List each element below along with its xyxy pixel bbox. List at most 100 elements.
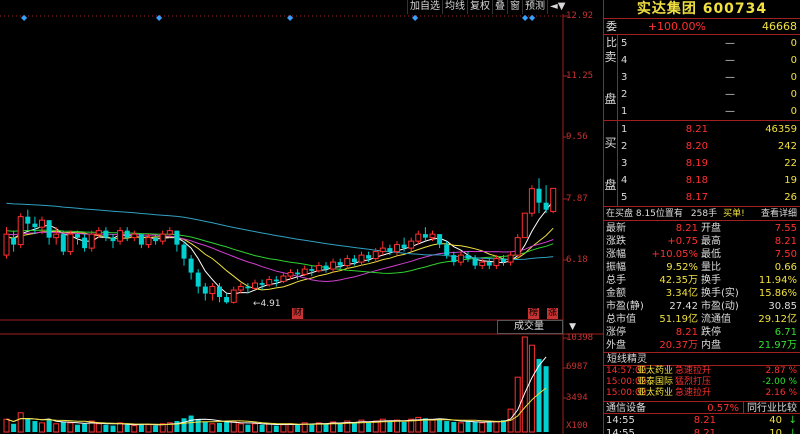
volume-bar [131,425,138,433]
buy-level[interactable]: 5 8.17 26 [618,189,800,206]
volume-bar [266,423,273,433]
window-button[interactable]: 窗 [507,0,522,14]
adjust-button[interactable]: 复权 [467,0,492,14]
event-marker-icon[interactable]: ◆ [412,13,418,22]
candle-body [280,275,287,282]
volume-bar [528,344,535,433]
nav-arrows-button[interactable]: ◄▼ [547,0,567,14]
volume-bar [25,418,31,432]
weibi-value: 46668 [762,20,797,33]
volume-bar [82,423,88,432]
price-axis-label: 7.87 [566,194,588,204]
candle-body [536,188,542,203]
view-detail-link[interactable]: 查看详细 [761,207,800,220]
event-marker-icon[interactable]: ◆ [529,13,535,22]
stat-value: 30.85 [768,301,797,312]
ranking-tag[interactable]: 榜 [528,308,540,319]
quote-stats: 最新 8.21 开盘 7.55 涨跌 +0.75 最高 8.21 涨幅 +10.05% 最低 7.50… [604,221,800,353]
stat-key: 市盈(动) [701,301,739,312]
volume-bar [543,366,549,432]
event-marker-icon[interactable]: ◆ [287,13,293,22]
chart-toolbar: 加自选 均线 复权 叠 窗 预测 ◄▼ [407,0,568,14]
tab-peer-compare[interactable]: 同行业比较 [744,402,800,414]
stat-key: 金额 [606,288,626,299]
moving-average-button[interactable]: 均线 [442,0,467,14]
moving-average-line [6,200,554,295]
stat-key: 最低 [701,249,721,260]
weibi-label: 委比 [606,20,617,49]
candle-body [401,244,407,249]
stat-row: 最新 8.21 开盘 7.55 [604,222,800,235]
candle-body [408,240,415,249]
volume-bar [259,424,265,432]
short-term-spirit-title[interactable]: 短线精灵 [604,353,800,366]
kline-chart[interactable]: 加自选 均线 复权 叠 窗 预测 ◄▼ ◆ ◆ ◆ ◆ ◆ ◆ 12.92 11… [0,0,603,434]
limit-up-tag[interactable]: 涨 [547,308,559,319]
candle-body [209,286,216,295]
stat-key: 换手 [701,275,721,286]
volume-bar [394,419,400,433]
volume-bar [174,421,180,432]
candle-body [394,244,400,253]
chart-canvas[interactable] [0,0,603,434]
buy-level[interactable]: 3 8.19 22 [618,155,800,172]
candle-body [507,254,514,263]
candle-body [444,244,450,256]
event-marker-icon[interactable]: ◆ [21,13,27,22]
candle-body [366,255,372,259]
stat-row: 振幅 9.52% 量比 0.66 [604,261,800,274]
candle-body [32,223,38,228]
sell-level[interactable]: 1—0 [618,103,800,120]
stat-row: 涨幅 +10.05% 最低 7.50 [604,248,800,261]
candle-body [422,234,428,238]
add-favorite-button[interactable]: 加自选 [407,0,442,14]
indicator-select[interactable]: 成交量 ▼ [497,320,576,334]
buy-level[interactable]: 2 8.20 242 [618,138,800,155]
buy-level[interactable]: 4 8.18 19 [618,172,800,189]
volume-bar [465,421,471,432]
candle-body [159,233,166,242]
sell-level[interactable]: 4—0 [618,52,800,69]
overlay-button[interactable]: 叠 [492,0,507,14]
event-marker-icon[interactable]: ◆ [156,13,162,22]
candle-body [451,255,457,263]
weibi-pct: +100.00% [647,20,706,33]
stock-title[interactable]: 实达集团 600734 [604,0,800,19]
chevron-down-icon[interactable]: ▼ [569,321,576,333]
volume-bar [437,419,443,432]
volume-bar [401,421,407,432]
tab-industry[interactable]: 通信设备 [604,402,646,414]
sell-level[interactable]: 5—0 [618,35,800,52]
industry-tabs: 通信设备 0.57% 同行业比较 [604,401,800,414]
spirit-item[interactable]: 14:57:00 亚太药业 急速拉升 2.87 % [604,366,800,377]
volume-bar [252,423,258,433]
volume-bar [451,421,457,432]
buy-level[interactable]: 1 8.21 46359 [618,121,800,138]
candle-body [131,233,138,239]
weibi-row: 委比 +100.00% 46668 [604,19,800,49]
volume-bar [493,421,500,433]
candle-body [323,265,329,270]
volume-bar [124,424,130,432]
sell-level[interactable]: 2—0 [618,86,800,103]
indicator-select-label: 成交量 [514,321,544,332]
stat-value: 29.12亿 [758,314,797,325]
volume-bar [188,415,194,432]
candle-body [153,237,159,242]
volume-bar [17,412,24,433]
sell-level[interactable]: 3—0 [618,69,800,86]
candle-body [237,286,244,291]
stat-key: 内盘 [701,340,721,351]
stat-row: 涨停 8.21 跌停 6.71 [604,326,800,339]
stat-value: 8.21 [774,236,797,247]
forecast-button[interactable]: 预测 [522,0,547,14]
finance-tag[interactable]: 财 [292,308,304,319]
candle-body [39,219,45,228]
event-marker-icon[interactable]: ◆ [522,13,528,22]
spirit-item[interactable]: 15:00:09 亚太药业 急速拉升 2.16 % [604,388,800,399]
stat-key: 开盘 [701,223,721,234]
tick-list: 14:55 8.21 40 ↓ 14:55 8.21 10 ↓ [604,414,800,434]
volume-bar [323,423,329,432]
spirit-item[interactable]: 15:00:09 亚泰国际 猛烈打压 -2.00 % [604,377,800,388]
candle-body [195,272,201,287]
